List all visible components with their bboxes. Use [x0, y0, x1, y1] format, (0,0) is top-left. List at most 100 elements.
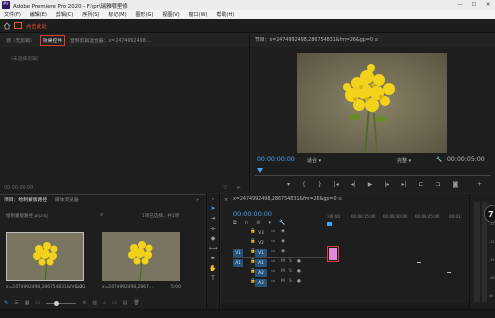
sync-lock-icon[interactable]: ▭	[271, 269, 275, 274]
pen-tool-icon[interactable]: ✒	[207, 254, 219, 264]
eye-icon[interactable]: ◉	[281, 239, 285, 244]
find-icon[interactable]: ⌕	[103, 300, 106, 306]
list-view-icon[interactable]: ☰	[14, 300, 18, 306]
sync-lock-icon[interactable]: ▭	[271, 249, 275, 254]
timeline-tab[interactable]: x=2474992498,286754831&fm=26&gp=0 ≡	[221, 194, 469, 206]
track-label[interactable]: V2	[255, 239, 267, 247]
source-timecode[interactable]: 00:00:00:00	[4, 186, 33, 191]
menu-marker[interactable]: 标记(M)	[108, 11, 126, 18]
track-label[interactable]: V3	[255, 229, 267, 237]
sync-lock-icon[interactable]: ▭	[271, 279, 275, 284]
home-icon[interactable]	[3, 22, 11, 30]
wrench-icon[interactable]: 🔧	[436, 157, 442, 163]
timeline-settings-icon[interactable]: 🔧	[279, 220, 285, 226]
program-monitor-tab[interactable]: 节目：x=2474992498,286754831&fm=26&gp=0 ≡	[251, 34, 495, 47]
solo-icon[interactable]: S	[289, 259, 292, 264]
add-button-icon[interactable]: +	[477, 181, 482, 188]
menu-edit[interactable]: 编辑(E)	[30, 11, 47, 18]
menu-help[interactable]: 帮助(H)	[217, 11, 235, 18]
pencil-icon[interactable]: ✎	[4, 300, 8, 306]
menu-sequence[interactable]: 序列(S)	[82, 11, 99, 18]
automate-icon[interactable]: ▥	[92, 300, 97, 306]
mute-icon[interactable]: M	[281, 279, 285, 284]
icon-view-icon[interactable]: ▦	[25, 300, 30, 306]
mic-icon[interactable]: ●	[297, 279, 301, 284]
menu-clip[interactable]: 剪辑(C)	[56, 11, 73, 18]
go-to-in-icon[interactable]: |◂	[334, 181, 339, 188]
eye-icon[interactable]: ◉	[281, 229, 285, 234]
tab-audio-clip-mixer[interactable]: 音频剪辑混合器：x=2474992498...	[70, 37, 150, 44]
search-icon[interactable]: ⌕	[100, 211, 110, 219]
menu-window[interactable]: 窗口(W)	[189, 11, 208, 18]
maximize-button[interactable]: ☐	[467, 0, 481, 10]
menu-view[interactable]: 视图(V)	[162, 11, 179, 18]
add-marker-icon[interactable]: ▾	[268, 220, 271, 226]
razor-tool-icon[interactable]: ◆	[207, 234, 219, 244]
mute-icon[interactable]: M	[281, 259, 285, 264]
mark-out-button[interactable]: }	[318, 181, 322, 188]
mark-in-button[interactable]: {	[302, 181, 306, 188]
sync-lock-icon[interactable]: ▭	[271, 239, 275, 244]
fit-dropdown[interactable]: 适合 ▾	[307, 157, 321, 164]
quality-dropdown[interactable]: 完整 ▾	[397, 157, 411, 164]
step-forward-icon[interactable]: |▸	[384, 181, 389, 188]
go-to-out-icon[interactable]: ▸|	[401, 181, 406, 188]
source-patch-a1[interactable]: A1	[233, 258, 243, 267]
mic-icon[interactable]: ●	[297, 269, 301, 274]
track-label[interactable]: V1	[255, 248, 267, 257]
solo-icon[interactable]: S	[289, 279, 292, 284]
tab-effect-controls[interactable]: 效果控件	[39, 35, 65, 46]
menu-graphics[interactable]: 图形(G)	[136, 11, 154, 18]
playhead-icon[interactable]	[257, 168, 263, 173]
close-window-button[interactable]: ✕	[481, 0, 495, 10]
timeline-timecode[interactable]: 00:00:00:00	[233, 210, 272, 218]
menu-file[interactable]: 文件(F)	[4, 11, 21, 18]
solo-icon[interactable]: S	[289, 269, 292, 274]
track-label[interactable]: A2	[255, 268, 267, 277]
snap-icon[interactable]: ∩	[245, 220, 249, 226]
timeline-ruler[interactable]: :00:00 00:00:15:00 00:00:30:00 00:00:45:…	[327, 214, 467, 224]
overwrite-icon[interactable]: ⊐	[436, 181, 441, 188]
minimize-button[interactable]: —	[453, 0, 467, 10]
tools-menu-icon[interactable]: »	[207, 194, 219, 204]
mark-in-icon[interactable]: ▾	[287, 181, 290, 188]
nest-icon[interactable]: ⧉	[233, 220, 237, 226]
source-panel-buttons[interactable]: ▽ ⊳	[223, 185, 245, 191]
sync-lock-icon[interactable]: ▭	[271, 229, 275, 234]
play-icon[interactable]: ▶	[368, 181, 373, 188]
sync-lock-icon[interactable]: ▭	[271, 259, 275, 264]
new-item-icon[interactable]: ▤	[123, 300, 128, 306]
mute-icon[interactable]: M	[281, 269, 285, 274]
insert-icon[interactable]: ⊏	[418, 181, 423, 188]
mic-icon[interactable]: ●	[297, 259, 301, 264]
trash-icon[interactable]: 🗑	[133, 300, 139, 306]
more-tabs-icon[interactable]: »	[196, 195, 199, 207]
hand-tool-icon[interactable]: ✋	[207, 264, 219, 274]
freeform-view-icon[interactable]: ▭	[35, 300, 40, 306]
selection-tool-icon[interactable]: ➤	[207, 204, 219, 214]
sort-icon[interactable]: ≡	[82, 300, 86, 306]
new-bin-icon[interactable]: ▭	[112, 300, 117, 306]
close-timeline-icon[interactable]: ×	[224, 194, 228, 206]
track-select-tool-icon[interactable]: ⇥	[207, 214, 219, 224]
camera-icon[interactable]: ◙	[453, 181, 459, 188]
zoom-slider-knob[interactable]	[54, 300, 60, 306]
project-item-thumbnail[interactable]	[6, 232, 84, 281]
tab-source[interactable]: 源（无剪辑）	[6, 37, 35, 44]
program-timecode[interactable]: 00:00:00:00	[257, 156, 295, 163]
step-back-icon[interactable]: ◂|	[351, 181, 356, 188]
video-clip[interactable]	[327, 246, 339, 262]
eye-icon[interactable]: ◉	[281, 249, 285, 254]
program-scrub-bar[interactable]	[255, 168, 491, 176]
tab-project[interactable]: 项目：绘制蒙版路径	[4, 198, 47, 203]
slip-tool-icon[interactable]: ⟷	[207, 244, 219, 254]
track-label[interactable]: A3	[255, 278, 267, 287]
source-patch-v1[interactable]: V1	[233, 248, 243, 257]
zoom-slider[interactable]	[46, 300, 77, 306]
timeline-playhead-icon[interactable]	[327, 222, 332, 226]
linked-selection-icon[interactable]: ⊘	[256, 220, 260, 226]
project-item-thumbnail[interactable]	[102, 232, 180, 281]
type-tool-icon[interactable]: T	[207, 274, 219, 284]
tab-media-browser[interactable]: 媒体浏览器	[55, 198, 79, 203]
ripple-edit-tool-icon[interactable]: ⟛	[207, 224, 219, 234]
